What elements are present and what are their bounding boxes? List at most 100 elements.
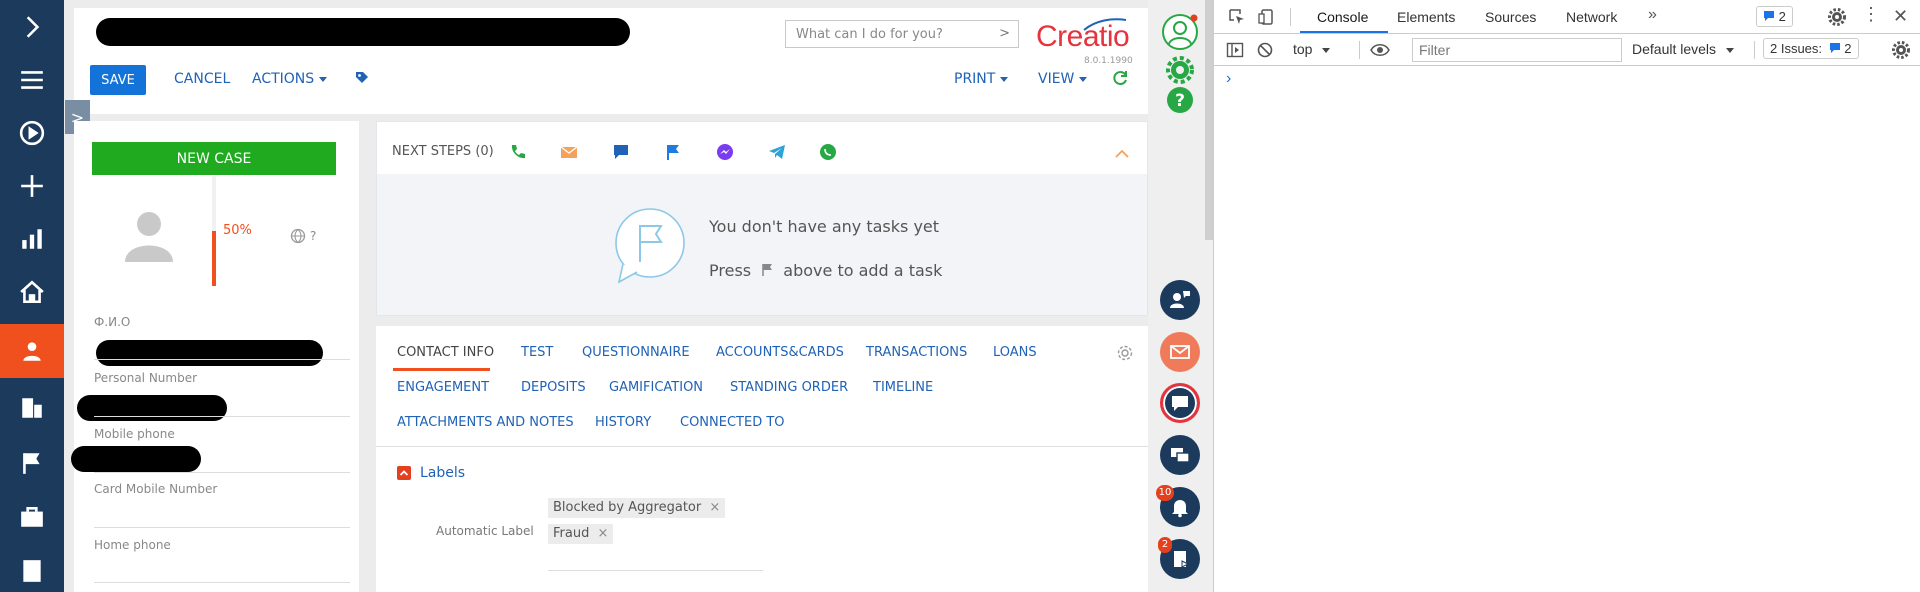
label-chip: Fraud × xyxy=(548,524,614,544)
actions-button[interactable]: ACTIONS xyxy=(252,71,328,87)
tab-network[interactable]: Network xyxy=(1566,9,1617,25)
tab-sources[interactable]: Sources xyxy=(1485,9,1536,25)
context-select[interactable]: top xyxy=(1293,41,1331,57)
documents-button[interactable] xyxy=(0,544,64,592)
tab-accounts-cards[interactable]: ACCOUNTS&CARDS xyxy=(716,345,844,360)
add-button[interactable] xyxy=(0,159,64,213)
tab-transactions[interactable]: TRANSACTIONS xyxy=(866,345,967,360)
processes-button[interactable] xyxy=(0,106,64,160)
cancel-button[interactable]: CANCEL xyxy=(174,71,230,87)
console-settings-icon[interactable] xyxy=(1892,41,1910,59)
tab-deposits[interactable]: DEPOSITS xyxy=(521,380,586,395)
console-prompt[interactable]: › xyxy=(1226,70,1231,88)
field-underline[interactable] xyxy=(94,527,350,528)
flag-task-icon[interactable] xyxy=(663,142,683,162)
field-label-personal-number: Personal Number xyxy=(94,371,198,385)
tab-engagement[interactable]: ENGAGEMENT xyxy=(397,380,489,395)
chat-icon[interactable] xyxy=(611,142,631,162)
field-label-card-mobile: Card Mobile Number xyxy=(94,482,218,496)
messenger-icon[interactable] xyxy=(715,142,735,162)
agent-chat-button[interactable] xyxy=(1160,280,1200,320)
tab-standing-order[interactable]: STANDING ORDER xyxy=(730,380,848,395)
accounts-button[interactable] xyxy=(0,381,64,435)
eye-icon[interactable] xyxy=(1370,41,1390,59)
tab-gamification[interactable]: GAMIFICATION xyxy=(609,380,703,395)
view-button[interactable]: VIEW xyxy=(1038,71,1088,87)
device-toolbar-icon[interactable] xyxy=(1258,8,1276,26)
tab-test[interactable]: TEST xyxy=(521,345,553,360)
tab-attachments-notes[interactable]: ATTACHMENTS AND NOTES xyxy=(397,415,574,430)
telegram-icon[interactable] xyxy=(767,142,787,162)
contacts-button[interactable] xyxy=(0,324,64,378)
empty-tasks-title: You don't have any tasks yet xyxy=(709,217,940,236)
kebab-menu-icon[interactable]: ⋮ xyxy=(1862,5,1880,23)
filter-placeholder: Filter xyxy=(1419,42,1451,58)
email-button[interactable] xyxy=(1160,332,1200,372)
new-case-button[interactable]: NEW CASE xyxy=(92,142,336,175)
tab-timeline[interactable]: TIMELINE xyxy=(873,380,933,395)
search-input[interactable]: What can I do for you? > xyxy=(785,20,1019,48)
tab-console[interactable]: Console xyxy=(1317,9,1368,25)
search-arrow-icon[interactable]: > xyxy=(999,26,1010,41)
tab-history[interactable]: HISTORY xyxy=(595,415,651,430)
labels-collapse-button[interactable] xyxy=(397,466,411,480)
chat-button[interactable] xyxy=(1160,383,1200,423)
sidebar-toggle-icon[interactable] xyxy=(1226,41,1244,59)
print-button[interactable]: PRINT xyxy=(954,71,1009,87)
field-label-home-phone: Home phone xyxy=(94,538,171,552)
hint-post: above to add a task xyxy=(783,261,943,280)
email-icon[interactable] xyxy=(559,142,579,162)
dashboards-button[interactable] xyxy=(0,212,64,266)
user-profile-icon[interactable] xyxy=(1160,12,1200,52)
refresh-icon[interactable] xyxy=(1110,68,1130,88)
gear-icon[interactable] xyxy=(1828,8,1846,26)
issues-button[interactable]: 2 Issues: 2 xyxy=(1763,38,1859,59)
help-icon[interactable]: ? xyxy=(1166,86,1194,114)
scrollbar-thumb[interactable] xyxy=(1205,0,1213,240)
save-button[interactable]: SAVE xyxy=(90,65,146,95)
labels-title[interactable]: Labels xyxy=(420,465,465,481)
play-icon xyxy=(19,120,45,146)
tag-icon[interactable] xyxy=(354,70,370,86)
tab-connected-to[interactable]: CONNECTED TO xyxy=(680,415,785,430)
messages-icon xyxy=(1171,448,1190,463)
chevron-down-icon xyxy=(1000,76,1009,82)
activities-button[interactable] xyxy=(0,436,64,490)
next-steps-title[interactable]: NEXT STEPS (0) xyxy=(392,144,494,159)
tasks-icon xyxy=(1174,551,1190,568)
chat-icon xyxy=(1172,396,1188,411)
avatar-placeholder-icon[interactable] xyxy=(119,204,179,264)
separator xyxy=(1754,41,1755,59)
chevron-up-icon xyxy=(399,470,409,476)
chip-text: Fraud xyxy=(553,526,590,541)
contact-icon xyxy=(23,342,41,361)
issues-counter-button[interactable]: 2 xyxy=(1756,6,1793,27)
log-levels-select[interactable]: Default levels xyxy=(1632,41,1734,57)
chevron-up-icon[interactable] xyxy=(1112,144,1132,164)
close-icon[interactable]: × xyxy=(597,526,608,541)
home-button[interactable] xyxy=(0,265,64,319)
tasks-badge: 2 xyxy=(1158,537,1172,553)
menu-button[interactable] xyxy=(0,53,64,107)
card-icon xyxy=(23,560,41,582)
field-underline[interactable] xyxy=(94,582,350,583)
gear-icon[interactable] xyxy=(1116,344,1134,362)
cases-button[interactable] xyxy=(0,490,64,544)
inspect-icon[interactable] xyxy=(1228,8,1246,26)
version-label: 8.0.1.1990 xyxy=(1084,56,1133,66)
expand-nav-button[interactable] xyxy=(0,0,64,54)
tab-elements[interactable]: Elements xyxy=(1397,9,1455,25)
phone-icon[interactable] xyxy=(508,142,528,162)
whatsapp-icon[interactable] xyxy=(818,142,838,162)
more-tabs-button[interactable]: » xyxy=(1648,6,1657,24)
clear-console-icon[interactable] xyxy=(1256,41,1274,59)
close-icon[interactable]: ✕ xyxy=(1893,6,1908,27)
feed-button[interactable] xyxy=(1160,435,1200,475)
tab-questionnaire[interactable]: QUESTIONNAIRE xyxy=(582,345,690,360)
close-icon[interactable]: × xyxy=(709,500,720,515)
tab-loans[interactable]: LOANS xyxy=(993,345,1037,360)
search-placeholder: What can I do for you? xyxy=(796,27,943,42)
gear-icon[interactable] xyxy=(1166,56,1194,84)
tab-contact-info[interactable]: CONTACT INFO xyxy=(397,345,494,360)
filter-input[interactable]: Filter xyxy=(1412,38,1622,62)
